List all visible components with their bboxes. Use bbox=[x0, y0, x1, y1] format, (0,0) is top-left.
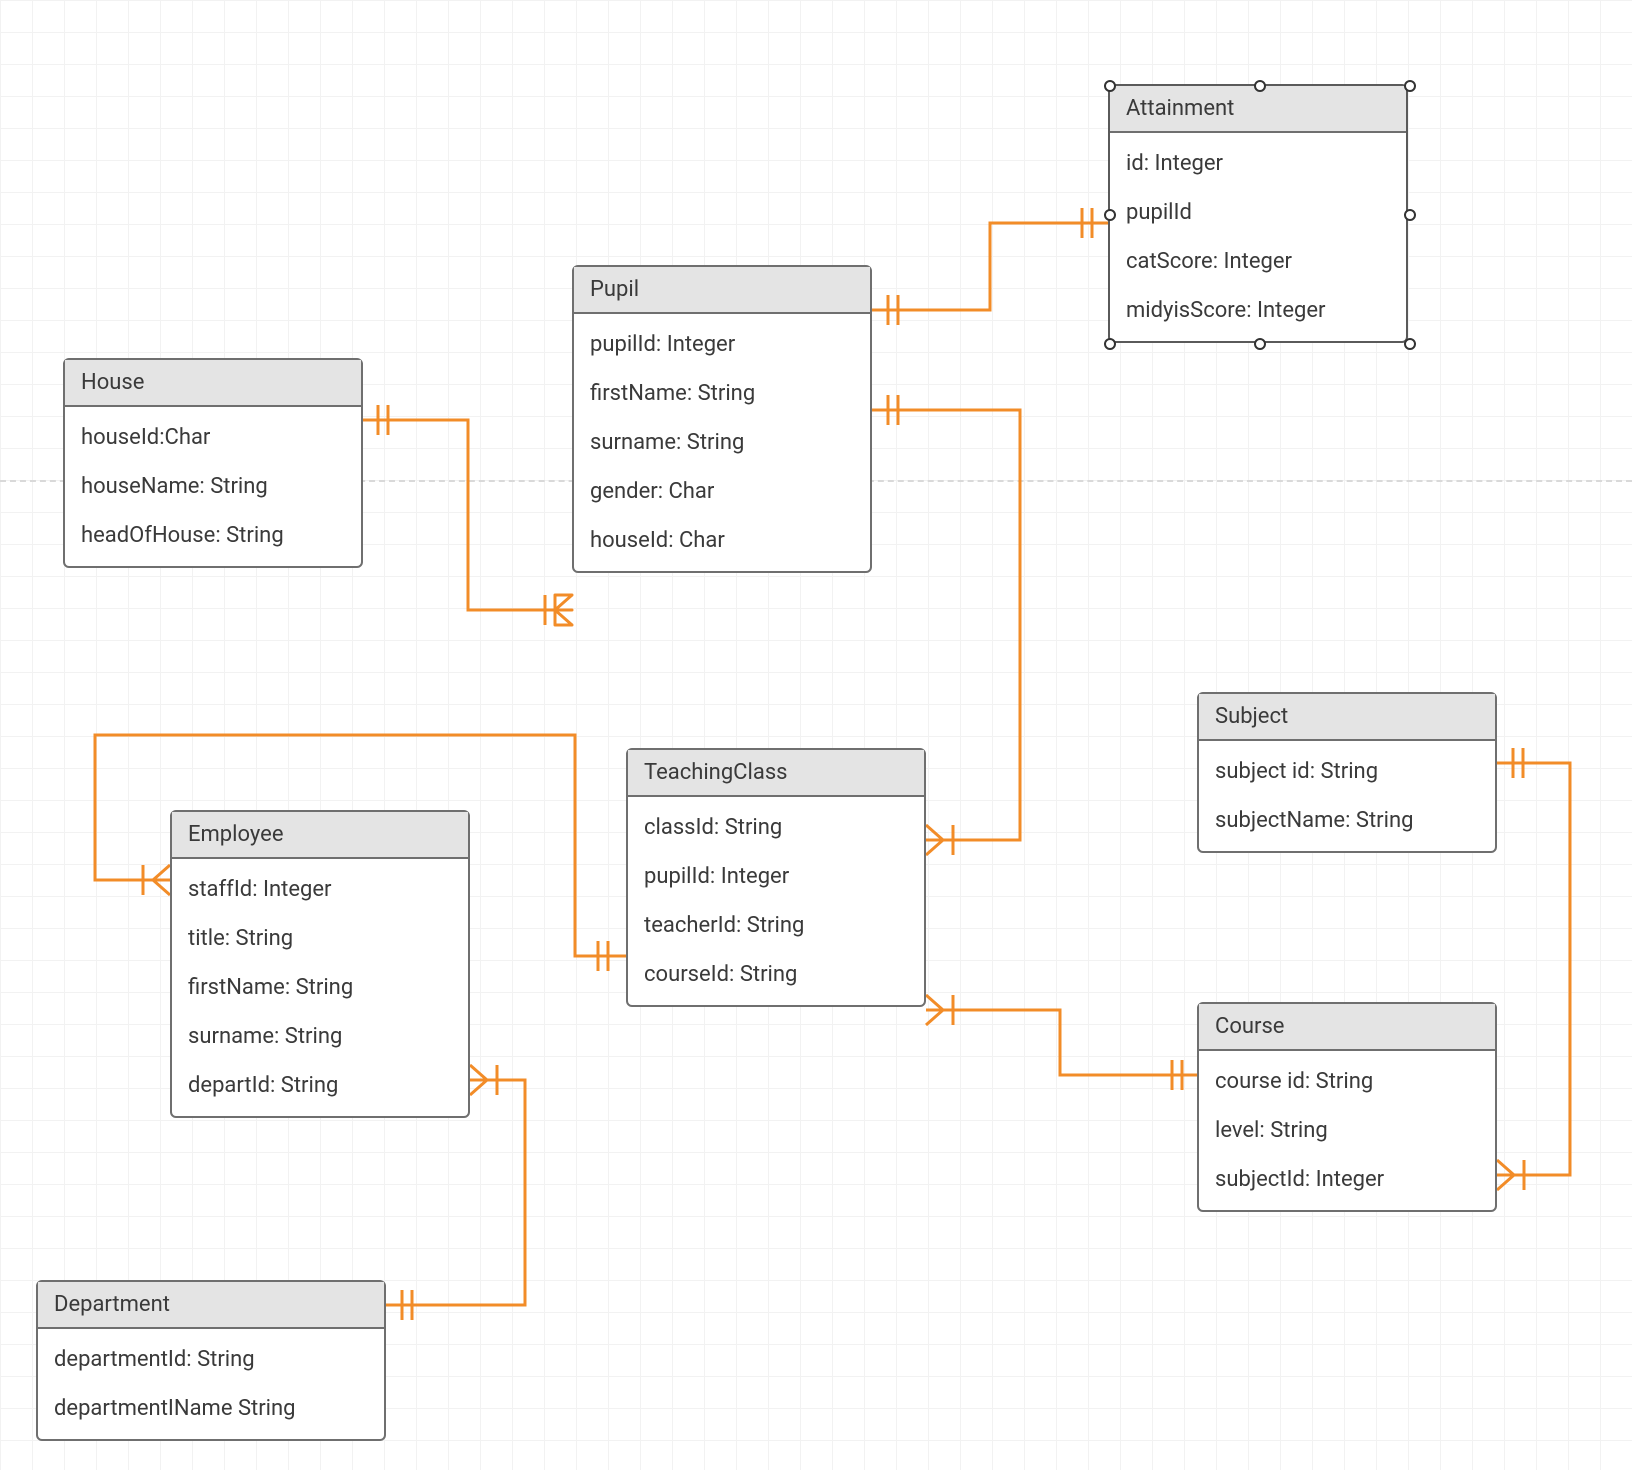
entity-title: Pupil bbox=[574, 267, 870, 314]
entity-attr: pupilId bbox=[1110, 188, 1406, 237]
entity-attr: houseName: String bbox=[65, 462, 361, 511]
entity-attr: gender: Char bbox=[574, 467, 870, 516]
entity-attr: surname: String bbox=[172, 1012, 468, 1061]
resize-handle-4[interactable] bbox=[1404, 209, 1416, 221]
entity-course[interactable]: Coursecourse id: Stringlevel: Stringsubj… bbox=[1197, 1002, 1497, 1212]
entity-attr: midyisScore: Integer bbox=[1110, 286, 1406, 335]
entity-attr: headOfHouse: String bbox=[65, 511, 361, 560]
entity-pupil[interactable]: PupilpupilId: IntegerfirstName: Stringsu… bbox=[572, 265, 872, 573]
entity-house[interactable]: HousehouseId:CharhouseName: StringheadOf… bbox=[63, 358, 363, 568]
entity-attr: houseId:Char bbox=[65, 413, 361, 462]
entity-attr: staffId: Integer bbox=[172, 865, 468, 914]
entity-attr: level: String bbox=[1199, 1106, 1495, 1155]
entity-attrs: course id: Stringlevel: StringsubjectId:… bbox=[1199, 1051, 1495, 1210]
entity-attrs: staffId: Integertitle: StringfirstName: … bbox=[172, 859, 468, 1116]
entity-attrs: id: IntegerpupilIdcatScore: Integermidyi… bbox=[1110, 133, 1406, 341]
entity-attainment[interactable]: Attainmentid: IntegerpupilIdcatScore: In… bbox=[1108, 84, 1408, 343]
resize-handle-2[interactable] bbox=[1404, 80, 1416, 92]
resize-handle-5[interactable] bbox=[1104, 338, 1116, 350]
entity-attr: subjectName: String bbox=[1199, 796, 1495, 845]
resize-handle-6[interactable] bbox=[1254, 338, 1266, 350]
entity-attr: departmentIName String bbox=[38, 1384, 384, 1433]
entity-attr: houseId: Char bbox=[574, 516, 870, 565]
entity-attr: pupilId: Integer bbox=[628, 852, 924, 901]
entity-attrs: subject id: StringsubjectName: String bbox=[1199, 741, 1495, 851]
entity-attr: departmentId: String bbox=[38, 1335, 384, 1384]
resize-handle-3[interactable] bbox=[1104, 209, 1116, 221]
entity-title: Department bbox=[38, 1282, 384, 1329]
resize-handle-7[interactable] bbox=[1404, 338, 1416, 350]
entity-attrs: classId: StringpupilId: IntegerteacherId… bbox=[628, 797, 924, 1005]
entity-title: Attainment bbox=[1110, 86, 1406, 133]
entity-attr: subjectId: Integer bbox=[1199, 1155, 1495, 1204]
entity-subject[interactable]: Subjectsubject id: StringsubjectName: St… bbox=[1197, 692, 1497, 853]
entity-attrs: houseId:CharhouseName: StringheadOfHouse… bbox=[65, 407, 361, 566]
entity-attr: courseId: String bbox=[628, 950, 924, 999]
entity-attr: firstName: String bbox=[574, 369, 870, 418]
entity-employee[interactable]: EmployeestaffId: Integertitle: Stringfir… bbox=[170, 810, 470, 1118]
entity-title: Subject bbox=[1199, 694, 1495, 741]
entity-title: Course bbox=[1199, 1004, 1495, 1051]
entity-title: House bbox=[65, 360, 361, 407]
entity-attrs: departmentId: StringdepartmentIName Stri… bbox=[38, 1329, 384, 1439]
entity-attr: teacherId: String bbox=[628, 901, 924, 950]
entity-attr: course id: String bbox=[1199, 1057, 1495, 1106]
resize-handle-1[interactable] bbox=[1254, 80, 1266, 92]
entity-department[interactable]: DepartmentdepartmentId: Stringdepartment… bbox=[36, 1280, 386, 1441]
entity-attrs: pupilId: IntegerfirstName: Stringsurname… bbox=[574, 314, 870, 571]
entity-attr: classId: String bbox=[628, 803, 924, 852]
entity-attr: catScore: Integer bbox=[1110, 237, 1406, 286]
entity-title: TeachingClass bbox=[628, 750, 924, 797]
entity-attr: firstName: String bbox=[172, 963, 468, 1012]
entity-attr: surname: String bbox=[574, 418, 870, 467]
entity-attr: pupilId: Integer bbox=[574, 320, 870, 369]
entity-attr: title: String bbox=[172, 914, 468, 963]
resize-handle-0[interactable] bbox=[1104, 80, 1116, 92]
entity-teachingclass[interactable]: TeachingClassclassId: StringpupilId: Int… bbox=[626, 748, 926, 1007]
entity-attr: id: Integer bbox=[1110, 139, 1406, 188]
entity-attr: subject id: String bbox=[1199, 747, 1495, 796]
entity-title: Employee bbox=[172, 812, 468, 859]
entity-attr: departId: String bbox=[172, 1061, 468, 1110]
